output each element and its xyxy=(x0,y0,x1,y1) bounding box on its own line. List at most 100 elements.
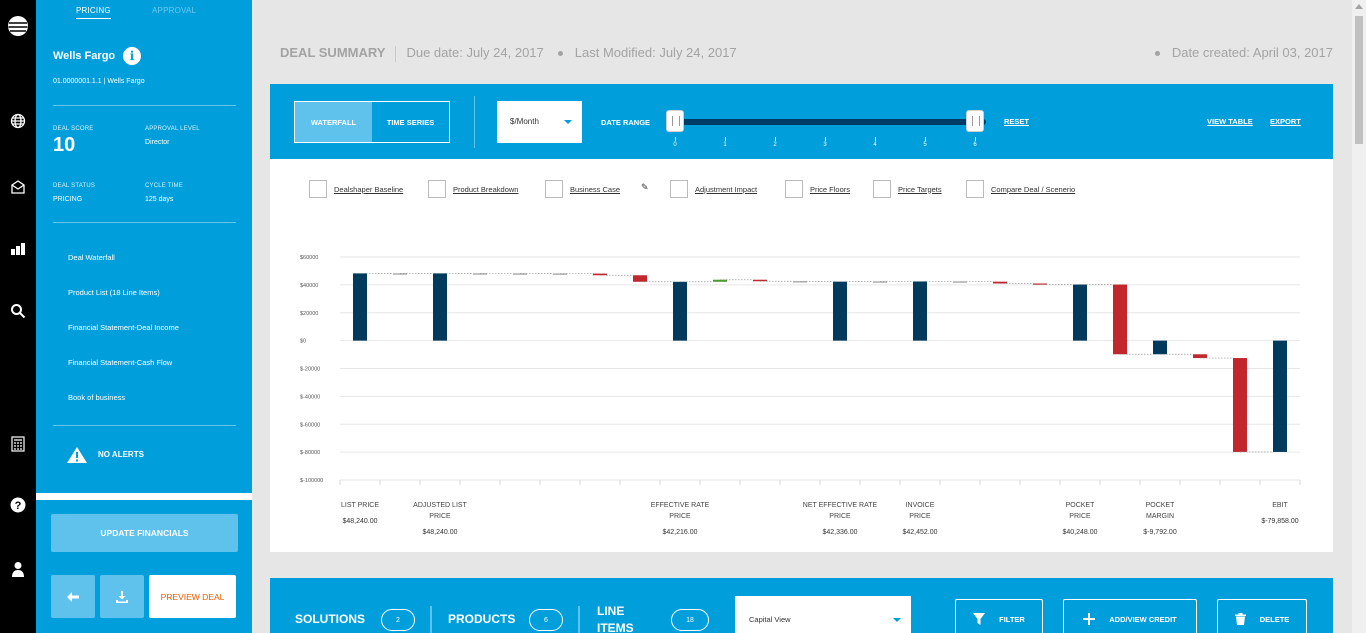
tab-time-series[interactable]: TIME SERIES xyxy=(372,102,449,142)
nav-product-list[interactable]: Product List (18 Line Items) xyxy=(68,288,160,297)
nav-book-of-business[interactable]: Book of business xyxy=(68,393,125,402)
bar-invoice-price xyxy=(913,281,927,341)
y-tick-label: $-40000 xyxy=(300,394,320,400)
tab-pricing[interactable]: PRICING xyxy=(76,6,111,19)
bar-chart-icon[interactable] xyxy=(0,236,36,260)
date-created: Date created: April 03, 2017 xyxy=(1154,45,1333,60)
line-items-label: LINE ITEMS xyxy=(597,604,634,633)
y-tick-label: $40000 xyxy=(300,283,318,289)
bar-adjustment xyxy=(1113,284,1127,355)
deal-status-value: PRICING xyxy=(53,196,83,203)
range-tick: 1 xyxy=(720,137,730,148)
back-button[interactable] xyxy=(51,575,95,618)
divider xyxy=(53,105,236,106)
checkbox-dealshaper-baseline[interactable]: Dealshaper Baseline xyxy=(309,180,403,198)
x-category-label: POCKET xyxy=(1066,502,1096,509)
add-view-credit-button[interactable]: ADD/VIEW CREDIT xyxy=(1063,599,1197,633)
y-tick-label: $0 xyxy=(300,339,306,345)
checkbox-compare-deal[interactable]: Compare Deal / Scenerio xyxy=(966,180,1075,198)
update-financials-button[interactable]: UPDATE FINANCIALS xyxy=(51,514,238,552)
x-category-label: ADJUSTED LIST xyxy=(413,502,467,509)
y-tick-label: $-20000 xyxy=(300,367,320,373)
line-items-bar: SOLUTIONS 2 PRODUCTS 6 LINE ITEMS 18 Cap… xyxy=(270,578,1333,633)
divider xyxy=(578,606,580,633)
user-icon[interactable] xyxy=(0,557,36,581)
scroll-up-icon[interactable] xyxy=(1355,4,1363,9)
checkbox-price-floors[interactable]: Price Floors xyxy=(785,180,850,198)
help-icon[interactable]: ? xyxy=(0,493,36,517)
checkbox-product-breakdown[interactable]: Product Breakdown xyxy=(428,180,518,198)
tab-waterfall[interactable]: WATERFALL xyxy=(295,102,372,142)
scrollbar[interactable] xyxy=(1352,0,1366,633)
range-tick: 5 xyxy=(920,137,930,148)
bar-adjustment xyxy=(633,275,647,282)
x-category-label: PRICE xyxy=(429,513,451,520)
filter-button[interactable]: FILTER xyxy=(955,599,1043,633)
products-label: PRODUCTS xyxy=(448,612,516,626)
tab-approval[interactable]: APPROVAL xyxy=(152,6,196,15)
range-handle-end[interactable] xyxy=(966,110,984,132)
mail-icon[interactable] xyxy=(0,175,36,199)
bar-net-effective-rate-price xyxy=(833,281,847,341)
bar-adjusted-list-price xyxy=(433,273,447,341)
deal-sidebar: PRICING APPROVAL Wells Fargo i 01.000000… xyxy=(36,0,252,493)
caret-down-icon xyxy=(893,618,901,622)
y-tick-label: $-60000 xyxy=(300,422,320,428)
preview-deal-button[interactable]: PREVIEW DEAL xyxy=(149,575,236,618)
x-category-label: NET EFFECTIVE RATE xyxy=(803,502,878,509)
scroll-thumb[interactable] xyxy=(1355,16,1363,144)
cycle-time-value: 125 days xyxy=(145,196,174,203)
info-icon[interactable]: i xyxy=(123,47,141,65)
checkbox-adjustment-impact[interactable]: Adjustment Impact xyxy=(670,180,757,198)
bar-value-label: $42,336.00 xyxy=(822,529,857,536)
nav-deal-income[interactable]: Financial Statement-Deal Income xyxy=(68,323,179,332)
x-category-label: PRICE xyxy=(829,513,851,520)
download-button[interactable] xyxy=(100,575,144,618)
x-category-label: EBIT xyxy=(1272,502,1288,509)
x-category-label: EFFECTIVE RATE xyxy=(651,502,710,509)
view-select-value: Capital View xyxy=(749,615,791,624)
bar-list-price xyxy=(353,273,367,341)
bar-value-label: $-9,792.00 xyxy=(1143,529,1177,536)
approval-level-value: Director xyxy=(145,139,170,146)
bar-effective-rate-price xyxy=(673,281,687,341)
sidebar-actions: UPDATE FINANCIALS PREVIEW DEAL xyxy=(36,500,252,633)
chart-toolbar: WATERFALL TIME SERIES $/Month DATE RANGE… xyxy=(270,84,1333,159)
download-icon xyxy=(116,590,128,603)
calculator-icon[interactable] xyxy=(0,432,36,456)
range-tick: 6 xyxy=(970,137,980,148)
nav-deal-waterfall[interactable]: Deal Waterfall xyxy=(68,253,115,262)
sidebar-gap xyxy=(36,493,252,500)
search-icon[interactable] xyxy=(0,299,36,323)
reset-link[interactable]: RESET xyxy=(1004,117,1029,126)
bar-adjustment xyxy=(1233,358,1247,452)
alerts-status: NO ALERTS xyxy=(98,450,144,459)
solutions-label: SOLUTIONS xyxy=(295,612,366,626)
date-range-track[interactable] xyxy=(674,119,986,125)
nav-cash-flow[interactable]: Financial Statement-Cash Flow xyxy=(68,358,172,367)
checkbox-business-case[interactable]: Business Case xyxy=(545,180,620,198)
divider xyxy=(430,606,432,633)
att-logo-icon[interactable] xyxy=(0,14,36,38)
delete-button[interactable]: DELETE xyxy=(1217,599,1307,633)
x-category-label: PRICE xyxy=(669,513,691,520)
range-handle-start[interactable] xyxy=(666,110,684,132)
bar-value-label: $42,216.00 xyxy=(662,529,697,536)
last-modified: Last Modified: July 24, 2017 xyxy=(574,45,737,60)
unit-select[interactable]: $/Month xyxy=(497,101,582,143)
x-category-label: INVOICE xyxy=(906,502,935,509)
globe-icon[interactable] xyxy=(0,109,36,133)
divider xyxy=(53,222,236,223)
x-category-label: PRICE xyxy=(1069,513,1091,520)
divider xyxy=(53,425,236,426)
view-select[interactable]: Capital View xyxy=(735,596,911,633)
icon-rail: ? xyxy=(0,0,36,633)
page-title: DEAL SUMMARY xyxy=(280,45,386,60)
bar-value-label: $42,452.00 xyxy=(902,529,937,536)
approval-level-label: APPROVAL LEVEL xyxy=(145,126,200,132)
export-link[interactable]: EXPORT xyxy=(1270,117,1301,126)
bar-pocket-margin xyxy=(1153,340,1167,355)
view-table-link[interactable]: VIEW TABLE xyxy=(1207,117,1253,126)
checkbox-price-targets[interactable]: Price Targets xyxy=(873,180,942,198)
pencil-icon[interactable]: ✎ xyxy=(641,182,649,193)
